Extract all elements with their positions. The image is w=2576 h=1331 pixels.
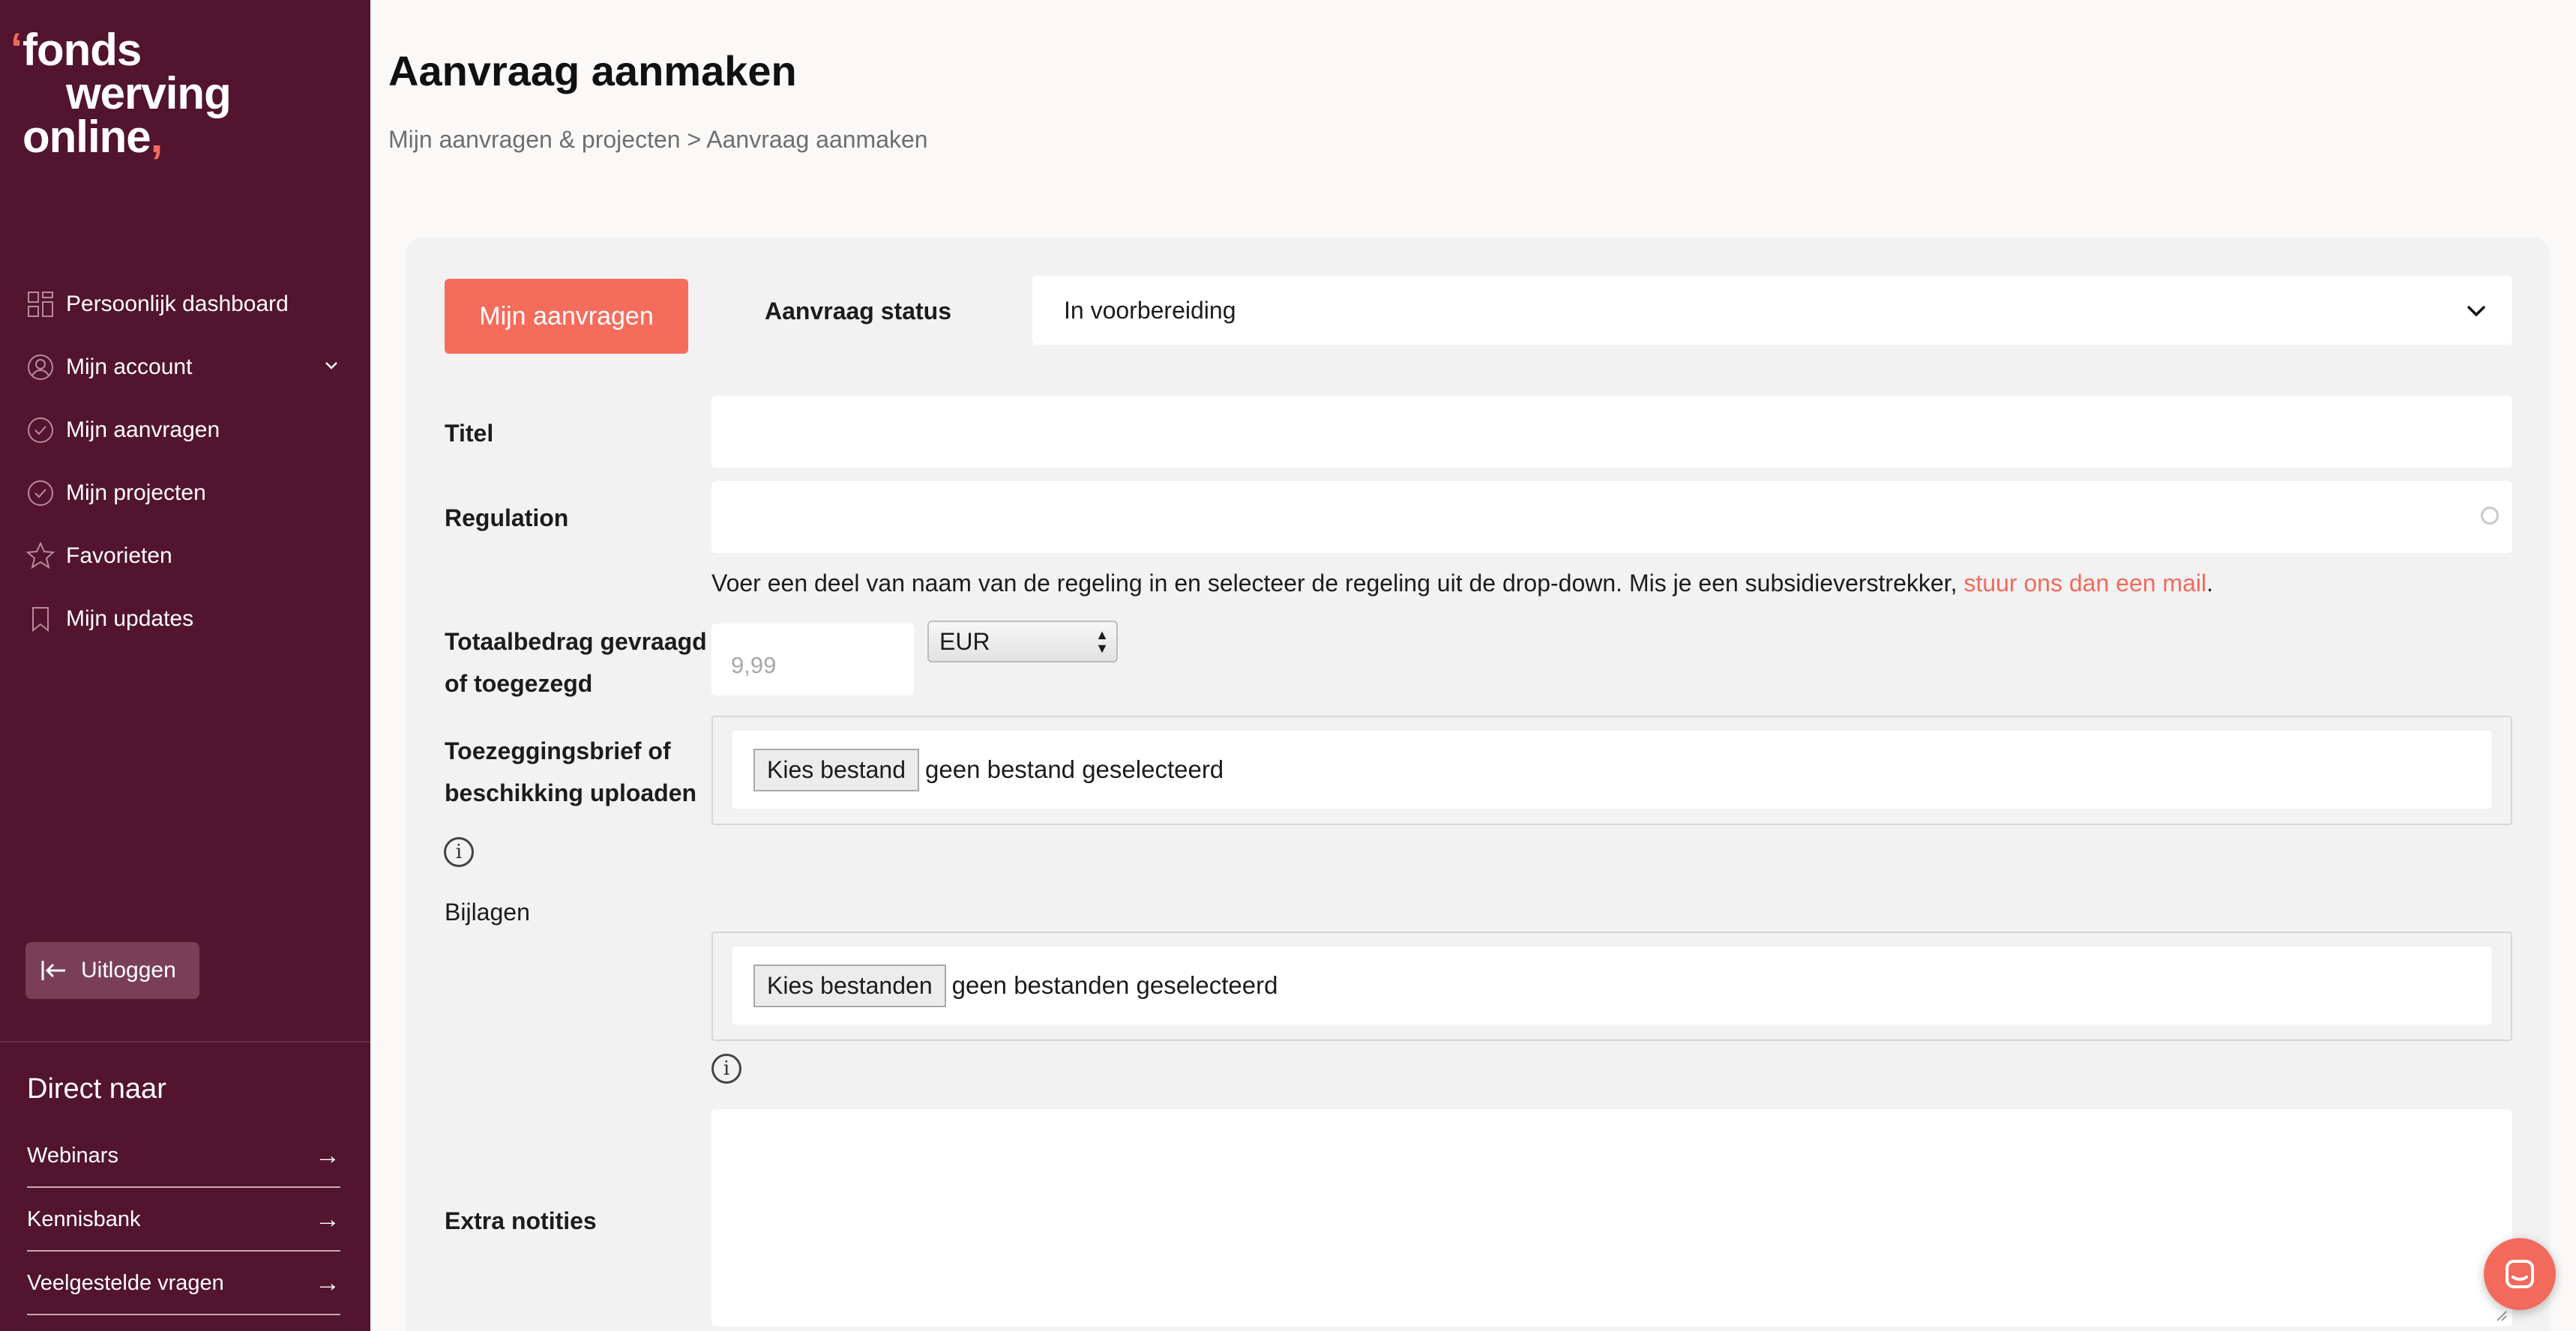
my-requests-button[interactable]: Mijn aanvragen bbox=[445, 279, 688, 354]
arrow-right-icon: → bbox=[315, 1269, 340, 1297]
files-status: geen bestanden geselecteerd bbox=[951, 971, 1278, 999]
amount-label: Totaalbedrag gevraagd of toegezegd bbox=[445, 621, 707, 704]
choose-file-button[interactable]: Kies bestand bbox=[753, 748, 920, 791]
attachments-label: Bijlagen bbox=[445, 899, 530, 926]
sidebar-item-label: Mijn projecten bbox=[66, 480, 206, 505]
dashboard-icon bbox=[25, 289, 55, 319]
sidebar-item-account[interactable]: Mijn account bbox=[25, 336, 340, 399]
letter-upload-box: Kies bestand geen bestand geselecteerd bbox=[711, 716, 2512, 825]
amount-input[interactable]: 9,99 bbox=[711, 624, 914, 695]
check-circle-icon bbox=[25, 478, 55, 508]
regulation-hint: Voer een deel van naam van de regeling i… bbox=[711, 570, 2213, 597]
bookmark-icon bbox=[25, 604, 55, 634]
letter-upload-field: Kies bestand geen bestand geselecteerd bbox=[732, 731, 2491, 809]
logout-label: Uitloggen bbox=[81, 958, 176, 983]
sidebar-item-updates[interactable]: Mijn updates bbox=[25, 588, 340, 651]
breadcrumb: Mijn aanvragen & projecten > Aanvraag aa… bbox=[388, 126, 928, 154]
direct-title: Direct naar bbox=[27, 1073, 166, 1105]
letter-label-line-1: Toezeggingsbrief of bbox=[445, 737, 671, 764]
file-status: geen bestand geselecteerd bbox=[925, 755, 1224, 783]
direct-links: Webinars → Kennisbank → Veelgestelde vra… bbox=[27, 1124, 340, 1315]
amount-label-line-1: Totaalbedrag gevraagd bbox=[445, 628, 707, 655]
letter-label: Toezeggingsbrief of beschikking uploaden bbox=[445, 730, 696, 814]
breadcrumb-current: Aanvraag aanmaken bbox=[706, 126, 928, 153]
logo-apostrophe: ‘ bbox=[10, 25, 23, 73]
chat-icon bbox=[2506, 1260, 2534, 1288]
direct-link-faq[interactable]: Veelgestelde vragen → bbox=[27, 1252, 340, 1315]
sidebar-item-requests[interactable]: Mijn aanvragen bbox=[25, 399, 340, 462]
status-value: In voorbereiding bbox=[1064, 296, 1236, 324]
status-select[interactable]: In voorbereiding bbox=[1032, 276, 2512, 345]
notes-textarea[interactable] bbox=[711, 1109, 2512, 1327]
select-arrows-icon: ▲ ▼ bbox=[1095, 627, 1109, 656]
direct-link-label: Veelgestelde vragen bbox=[27, 1271, 224, 1295]
title-input[interactable] bbox=[711, 396, 2512, 468]
page-title: Aanvraag aanmaken bbox=[388, 47, 797, 94]
logo-line-2: werving bbox=[66, 68, 232, 118]
chevron-down-icon[interactable] bbox=[322, 356, 340, 379]
regulation-hint-text: Voer een deel van naam van de regeling i… bbox=[711, 570, 1964, 597]
sidebar-item-dashboard[interactable]: Persoonlijk dashboard bbox=[25, 273, 340, 336]
logo-line-3: online, bbox=[22, 112, 163, 162]
currency-select[interactable]: EUR ▲ ▼ bbox=[927, 621, 1118, 663]
sidebar-item-label: Favorieten bbox=[66, 543, 172, 568]
choose-files-button[interactable]: Kies bestanden bbox=[753, 964, 946, 1007]
sidebar-divider bbox=[0, 1041, 370, 1042]
logo-line-1: fonds bbox=[22, 25, 142, 75]
user-icon bbox=[25, 352, 55, 382]
attachments-upload-box: Kies bestanden geen bestanden geselectee… bbox=[711, 932, 2512, 1041]
direct-link-label: Webinars bbox=[27, 1144, 118, 1168]
sidebar-item-label: Mijn aanvragen bbox=[66, 417, 220, 442]
chevron-down-icon bbox=[2463, 297, 2490, 324]
loading-indicator-icon bbox=[2481, 507, 2499, 525]
sidebar-item-label: Mijn account bbox=[66, 354, 193, 379]
status-label: Aanvraag status bbox=[765, 298, 951, 325]
star-icon bbox=[25, 541, 55, 571]
logout-icon bbox=[39, 956, 69, 986]
sidebar-nav: Persoonlijk dashboard Mijn account Mijn … bbox=[25, 273, 340, 651]
regulation-label: Regulation bbox=[445, 504, 569, 531]
letter-label-line-2: beschikking uploaden bbox=[445, 779, 697, 806]
info-icon[interactable]: i bbox=[444, 837, 474, 867]
arrow-right-icon: → bbox=[315, 1205, 340, 1234]
brand-logo[interactable]: ‘ fonds werving online, bbox=[10, 25, 232, 171]
mail-link[interactable]: stuur ons dan een mail bbox=[1963, 570, 2206, 597]
amount-label-line-2: of toegezegd bbox=[445, 670, 593, 697]
direct-link-webinars[interactable]: Webinars → bbox=[27, 1124, 340, 1188]
arrow-right-icon: → bbox=[315, 1141, 340, 1170]
sidebar: ‘ fonds werving online, Persoonlijk dash… bbox=[0, 0, 370, 1331]
title-label: Titel bbox=[445, 420, 494, 447]
check-circle-icon bbox=[25, 415, 55, 445]
notes-label: Extra notities bbox=[445, 1207, 597, 1234]
attachments-upload-field: Kies bestanden geen bestanden geselectee… bbox=[732, 947, 2491, 1024]
direct-link-kennisbank[interactable]: Kennisbank → bbox=[27, 1188, 340, 1252]
currency-value: EUR bbox=[939, 627, 990, 655]
sidebar-item-label: Persoonlijk dashboard bbox=[66, 292, 289, 316]
chat-launcher-button[interactable] bbox=[2484, 1238, 2556, 1310]
logout-button[interactable]: Uitloggen bbox=[25, 942, 199, 999]
sidebar-item-projects[interactable]: Mijn projecten bbox=[25, 462, 340, 525]
resize-handle-icon[interactable] bbox=[2494, 1309, 2508, 1322]
breadcrumb-link[interactable]: Mijn aanvragen & projecten bbox=[388, 126, 681, 153]
breadcrumb-separator: > bbox=[687, 126, 702, 153]
direct-link-label: Kennisbank bbox=[27, 1207, 141, 1231]
info-icon[interactable]: i bbox=[711, 1054, 741, 1084]
sidebar-item-label: Mijn updates bbox=[66, 606, 194, 631]
regulation-input[interactable] bbox=[711, 481, 2512, 553]
regulation-hint-end: . bbox=[2206, 570, 2213, 597]
sidebar-item-favorites[interactable]: Favorieten bbox=[25, 525, 340, 588]
